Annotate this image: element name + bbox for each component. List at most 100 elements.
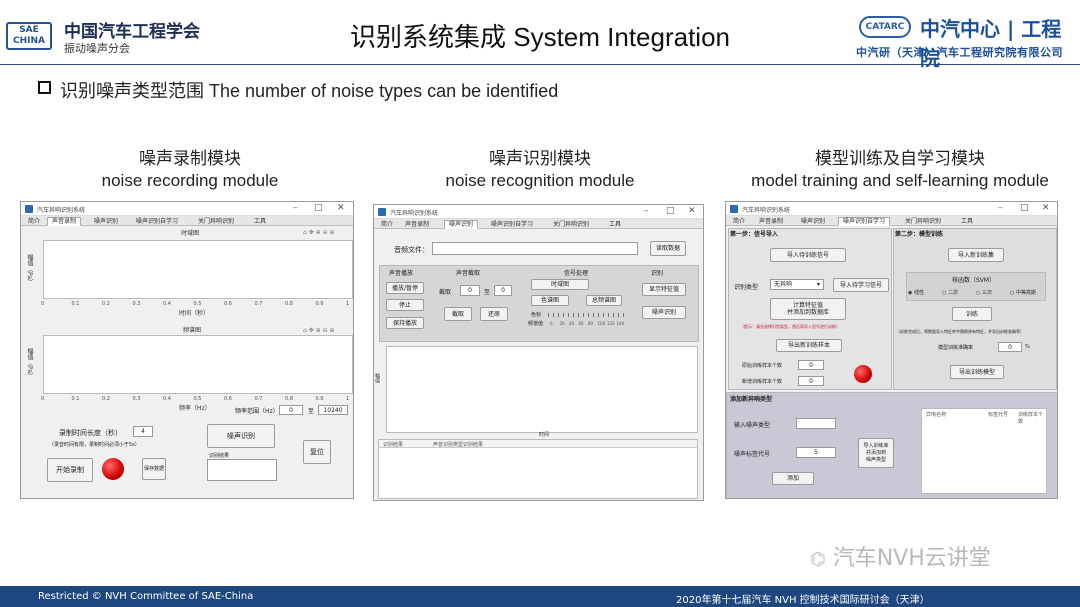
read-data-button[interactable]: 读取数据	[650, 241, 686, 256]
tab-bar: 简介 声音录制 噪声识别 噪声识别自学习 关门异响识别 工具	[374, 219, 703, 229]
start-record-button[interactable]: 开始录制	[47, 458, 93, 482]
x-tick-label: 0.1	[71, 396, 80, 402]
scale-tick-label: 60	[578, 321, 584, 326]
import-learn-signal-button[interactable]: 导入待学习信号	[833, 278, 889, 292]
close-icon[interactable]: ✕	[1042, 203, 1050, 213]
identify-noise-button[interactable]: 噪声识别	[207, 424, 275, 448]
maximize-icon[interactable]: □	[1020, 203, 1029, 213]
window-title: 汽车异响识别系统	[390, 210, 439, 217]
svm-option-linear[interactable]: ◉ 线性	[908, 289, 924, 296]
plot-ylabel: 幅值（Pa）	[26, 348, 33, 380]
x-tick-label: 0.8	[285, 301, 293, 307]
tab-record[interactable]: 声音录制	[754, 217, 788, 226]
footer-left: Restricted © NVH Committee of SAE-China	[38, 591, 254, 602]
code-input[interactable]: 5	[796, 447, 836, 458]
audio-file-input[interactable]	[432, 242, 638, 255]
tab-identify[interactable]: 噪声识别	[89, 217, 123, 226]
module-caption-cn: 噪声识别模块	[489, 149, 591, 168]
clip-to-label: 至	[484, 289, 491, 296]
noise-type-label: 输入噪声类型	[734, 422, 771, 429]
step2-heading: 第二步：模型训练	[895, 231, 944, 238]
reset-button[interactable]: 复位	[303, 440, 331, 464]
radio-label: 线性	[913, 290, 924, 296]
time-domain-plot	[43, 240, 353, 299]
tab-self-learning[interactable]: 噪声识别自学习	[838, 217, 891, 226]
clip-button[interactable]: 截取	[444, 307, 472, 321]
tab-tools[interactable]: 工具	[249, 217, 271, 226]
tab-intro[interactable]: 简介	[376, 220, 398, 229]
plot-toolbar-icons[interactable]: ⌂ ✥ ⊕ ⊖ ⊕	[303, 229, 335, 236]
x-tick-label: 0.5	[193, 301, 202, 307]
tab-self-learning[interactable]: 噪声识别自学习	[486, 220, 538, 229]
clip-to-input[interactable]: 0	[494, 285, 512, 296]
tab-tools[interactable]: 工具	[604, 220, 626, 229]
tab-record[interactable]: 声音录制	[400, 220, 434, 229]
record-length-input[interactable]: 4	[133, 426, 153, 437]
group-title: 声音播放	[389, 270, 414, 277]
color-map-button[interactable]: 色谱图	[531, 295, 569, 306]
export-model-button[interactable]: 导出训练模型	[950, 365, 1004, 379]
scale-tick-label: 40	[569, 321, 575, 326]
export-samples-button[interactable]: 导出新训练样本	[776, 339, 842, 352]
save-data-button[interactable]: 保存数据	[142, 458, 166, 480]
svm-option-quadratic[interactable]: ○ 二次	[942, 289, 958, 296]
tab-identify[interactable]: 噪声识别	[796, 217, 830, 226]
freq-from-input[interactable]: 0	[279, 405, 303, 415]
x-tick-label: 0.3	[132, 301, 141, 307]
color-scale-slider[interactable]	[548, 313, 626, 317]
train-button[interactable]: 训练	[952, 307, 992, 321]
svm-option-cubic[interactable]: ○ 三次	[976, 289, 992, 296]
type-select[interactable]: 无异响 ▾	[770, 279, 824, 290]
window-titlebar: 汽车异响识别系统 – □ ✕	[374, 205, 703, 219]
tab-door[interactable]: 关门异响识别	[548, 220, 594, 229]
calc-features-button[interactable]: 计算特征值 并添加到数据库	[770, 298, 846, 320]
clip-from-input[interactable]: 0	[460, 285, 480, 296]
list-col-header: 异响名称	[926, 412, 947, 418]
svm-option-gaussian[interactable]: ○ 中等高斯	[1010, 289, 1036, 296]
wechat-icon: ⌬	[810, 549, 826, 570]
import-library-button[interactable]: 导入训练库 并添加到 噪声类型	[858, 438, 894, 468]
x-tick-label: 0.4	[163, 396, 171, 402]
minimize-icon[interactable]: –	[293, 203, 298, 213]
show-features-button[interactable]: 显示特征值	[642, 283, 686, 296]
stop-button[interactable]: 停止	[386, 299, 424, 311]
tab-identify[interactable]: 噪声识别	[444, 220, 479, 229]
noise-type-input[interactable]	[796, 418, 836, 429]
record-indicator-lamp	[102, 458, 124, 480]
close-icon[interactable]: ✕	[337, 203, 345, 213]
keep-play-button[interactable]: 保持播放	[386, 317, 424, 329]
add-button[interactable]: 添加	[772, 472, 814, 485]
freq-to-label: 至	[308, 408, 315, 415]
tab-door[interactable]: 关门异响识别	[900, 217, 946, 226]
scale-tick-label: 140	[616, 321, 625, 326]
import-train-set-button[interactable]: 导入新训练集	[948, 248, 1004, 262]
maximize-icon[interactable]: □	[314, 203, 323, 213]
app-icon	[25, 205, 33, 213]
table-col-header: 识别结果	[383, 442, 404, 448]
noise-identify-button[interactable]: 噪声识别	[642, 306, 686, 319]
tab-self-learning[interactable]: 噪声识别自学习	[131, 217, 183, 226]
tab-intro[interactable]: 简介	[728, 217, 750, 226]
restore-button[interactable]: 还原	[480, 307, 508, 321]
total-spectrum-button[interactable]: 总频谱图	[586, 295, 622, 306]
import-train-signal-button[interactable]: 导入待训练信号	[770, 248, 846, 262]
tab-intro[interactable]: 简介	[23, 217, 45, 226]
app-icon	[730, 205, 738, 213]
tab-tools[interactable]: 工具	[956, 217, 978, 226]
signal-plot	[386, 346, 698, 433]
freq-to-input[interactable]: 10240	[318, 405, 348, 415]
new-count-field: 0	[798, 376, 824, 386]
result-output	[207, 459, 277, 481]
minimize-icon[interactable]: –	[998, 203, 1003, 213]
tab-record[interactable]: 声音录制	[47, 217, 82, 226]
close-icon[interactable]: ✕	[688, 206, 696, 216]
x-tick-label: 0.2	[102, 396, 110, 402]
recognition-window: 汽车异响识别系统 – □ ✕ 简介 声音录制 噪声识别 噪声识别自学习 关门异响…	[373, 204, 704, 501]
time-domain-button[interactable]: 时域图	[531, 279, 589, 290]
plot-toolbar-icons[interactable]: ⌂ ✥ ⊕ ⊖ ⊕	[303, 327, 335, 334]
play-pause-button[interactable]: 播放/暂停	[386, 282, 424, 294]
minimize-icon[interactable]: –	[644, 206, 649, 216]
maximize-icon[interactable]: □	[666, 206, 675, 216]
type-label: 识别类型	[734, 284, 759, 291]
tab-door[interactable]: 关门异响识别	[193, 217, 239, 226]
